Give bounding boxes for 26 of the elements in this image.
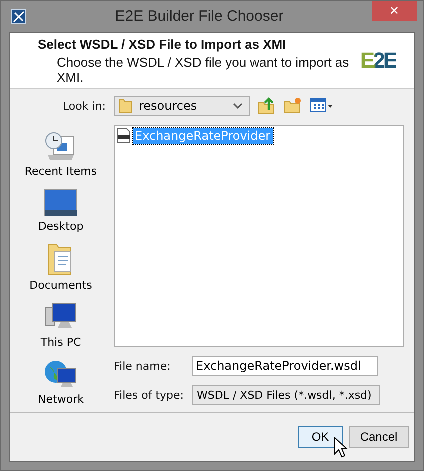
close-button[interactable]: ✕ <box>372 1 417 21</box>
dialog-heading: Select WSDL / XSD File to Import as XMI <box>38 36 288 52</box>
window-title: E2E Builder File Chooser <box>114 8 285 25</box>
places-item[interactable]: Desktop <box>16 188 106 233</box>
view-menu-icon[interactable] <box>310 97 334 115</box>
look-in-label: Look in: <box>62 100 106 112</box>
places-item[interactable]: Recent Items <box>16 131 106 178</box>
new-folder-icon[interactable] <box>284 97 302 115</box>
desktop-icon <box>44 188 78 218</box>
mouse-cursor-icon <box>334 437 348 459</box>
file-icon <box>117 128 131 144</box>
places-item[interactable]: Network <box>16 359 106 406</box>
ok-button[interactable]: OK <box>298 426 343 448</box>
look-in-dropdown[interactable]: resources <box>114 96 250 116</box>
places-item[interactable]: Documents <box>16 243 106 292</box>
app-icon <box>11 8 27 24</box>
folder-icon <box>119 98 133 114</box>
file-name-label: File name: <box>114 360 172 372</box>
file-name-field[interactable]: ExchangeRateProvider.wsdl <box>192 356 378 376</box>
file-type-dropdown[interactable]: WSDL / XSD Files (*.wsdl, *.xsd) <box>192 385 380 405</box>
folder-up-icon[interactable] <box>258 97 276 115</box>
file-type-label: Files of type: <box>114 388 186 402</box>
dialog-description: Choose the WSDL / XSD file you want to import as XMI. <box>56 54 350 84</box>
chevron-icon <box>233 103 243 109</box>
cancel-button[interactable]: Cancel <box>349 426 409 448</box>
places-item[interactable]: This PC <box>16 302 106 349</box>
